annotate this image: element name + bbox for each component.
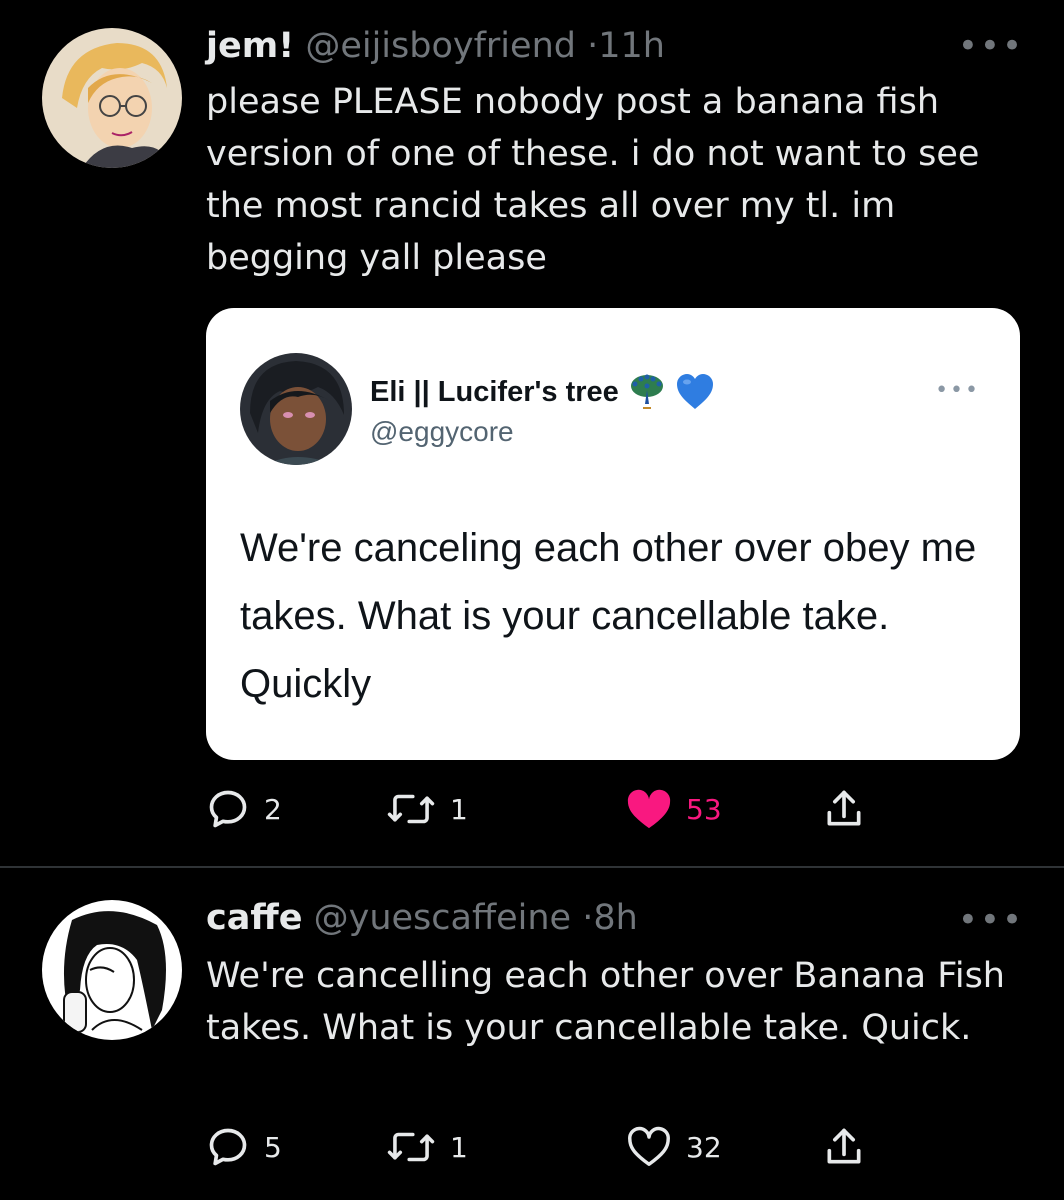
avatar-image (42, 900, 182, 1040)
quoted-tweet-text: We're canceling each other over obey me … (240, 526, 977, 706)
like-count: 53 (686, 792, 722, 826)
avatar[interactable] (42, 28, 182, 168)
share-icon (827, 790, 861, 826)
quoted-more-icon[interactable]: ••• (935, 378, 980, 403)
reply-icon (209, 1128, 247, 1166)
handle[interactable]: @yuescaffeine (314, 898, 571, 938)
retweet-count: 1 (450, 792, 468, 826)
retweet-count: 1 (450, 1130, 468, 1164)
quoted-name-row: Eli || Lucifer's tree (370, 372, 715, 412)
more-options-icon[interactable]: ••• (958, 29, 1024, 63)
separator: · (587, 26, 599, 66)
more-options-icon[interactable]: ••• (958, 903, 1024, 937)
retweet-button[interactable]: 1 (386, 784, 468, 834)
share-button[interactable] (822, 1122, 866, 1172)
display-name[interactable]: caffe (206, 898, 302, 938)
timestamp[interactable]: 8h (593, 898, 637, 938)
tweet-actions: 5 1 32 (206, 1122, 906, 1172)
like-button[interactable]: 53 (626, 784, 722, 834)
quoted-avatar-image (240, 353, 352, 465)
reply-count: 2 (264, 792, 282, 826)
display-name[interactable]: jem! (206, 26, 294, 66)
retweet-button[interactable]: 1 (386, 1122, 468, 1172)
tweet-text: We're cancelling each other over Banana … (206, 956, 1005, 1048)
tweet-actions: 2 1 53 (206, 784, 906, 834)
quoted-handle[interactable]: @eggycore (370, 416, 514, 448)
tweet-header: jem! @eijisboyfriend ·11h (206, 24, 665, 68)
reply-count: 5 (264, 1130, 282, 1164)
heart-filled-icon (627, 789, 671, 829)
quoted-display-name[interactable]: Eli || Lucifer's tree (370, 376, 619, 409)
separator: · (582, 898, 594, 938)
tweet[interactable]: caffe @yuescaffeine ·8h ••• We're cancel… (0, 868, 1064, 1200)
quoted-tweet[interactable]: Eli || Lucifer's tree @eggycore ••• We'r… (206, 308, 1020, 760)
retweet-icon (387, 794, 435, 824)
reply-icon (209, 790, 247, 828)
peacock-emoji-icon (630, 374, 663, 409)
avatar-image (42, 28, 182, 168)
reply-button[interactable]: 5 (206, 1122, 282, 1172)
handle[interactable]: @eijisboyfriend (305, 26, 576, 66)
avatar[interactable] (42, 900, 182, 1040)
heart-outline-icon (628, 1126, 670, 1166)
tweet[interactable]: jem! @eijisboyfriend ·11h ••• please PLE… (0, 0, 1064, 866)
share-icon (827, 1128, 861, 1164)
blue-heart-emoji-icon (676, 374, 713, 409)
tweet-header: caffe @yuescaffeine ·8h (206, 896, 638, 940)
timestamp[interactable]: 11h (598, 26, 665, 66)
share-button[interactable] (822, 784, 866, 834)
tweet-text: please PLEASE nobody post a banana fish … (206, 82, 980, 278)
like-button[interactable]: 32 (626, 1122, 722, 1172)
quoted-avatar[interactable] (240, 353, 352, 465)
reply-button[interactable]: 2 (206, 784, 282, 834)
like-count: 32 (686, 1130, 722, 1164)
retweet-icon (387, 1132, 435, 1162)
